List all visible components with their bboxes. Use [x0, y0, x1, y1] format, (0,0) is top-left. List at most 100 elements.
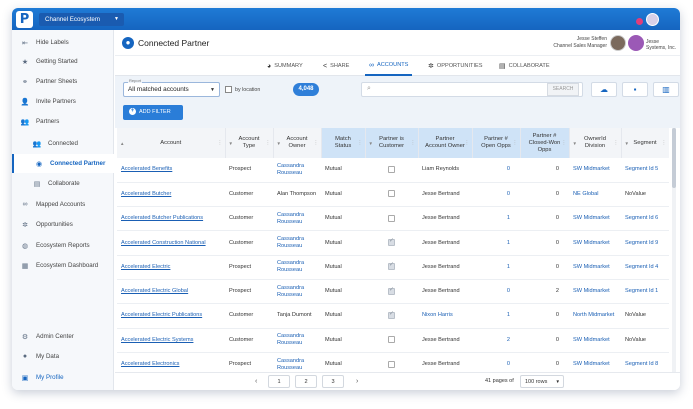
- add-filter-button[interactable]: + ADD FILTER: [123, 105, 183, 120]
- globe-icon: ◍: [21, 242, 29, 250]
- column-menu-icon[interactable]: ⋮: [662, 140, 667, 147]
- partner-is-customer-checkbox: [388, 287, 395, 295]
- scrollbar-thumb[interactable]: [672, 128, 676, 188]
- sidebar-item-collaborate[interactable]: ▤ Collaborate: [12, 174, 114, 193]
- sidebar-item-invite-partners[interactable]: 👤 Invite Partners: [12, 92, 114, 111]
- table-row[interactable]: Accelerated Electric Global Prospect Cassa…: [117, 279, 669, 305]
- tab-share[interactable]: < SHARE: [323, 56, 349, 76]
- search-input[interactable]: [378, 84, 538, 96]
- table-row[interactable]: Accelerated Construction National Custome…: [117, 230, 669, 256]
- prev-page-icon[interactable]: ‹: [255, 375, 257, 388]
- column-menu-icon[interactable]: ⋮: [465, 140, 470, 147]
- page-button[interactable]: 1: [268, 375, 290, 388]
- column-menu-icon[interactable]: ⋮: [218, 140, 223, 147]
- column-header-ownerid-division[interactable]: ▼ OwnerId Division ⋮: [569, 128, 622, 158]
- sidebar-item-hide-labels[interactable]: ⇤ Hide Labels: [12, 33, 114, 52]
- sidebar-item-ecosystem-dashboard[interactable]: ▦ Ecosystem Dashboard: [12, 256, 114, 275]
- account-link[interactable]: Accelerated Butcher Publications: [117, 206, 225, 232]
- column-menu-icon[interactable]: ⋮: [562, 140, 567, 147]
- tab-opportunities[interactable]: ✲ OPPORTUNITIES: [428, 56, 482, 76]
- sidebar-item-connected-partner[interactable]: ◉ Connected Partner: [12, 154, 114, 173]
- search-button[interactable]: SEARCH: [547, 83, 579, 96]
- sidebar-item-my-profile[interactable]: ▣ My Profile: [12, 368, 114, 387]
- table-header-row: ▲ Account ⋮ ▼ Account Type ⋮ ▼ Account Owner ⋮…: [117, 128, 669, 158]
- table-row[interactable]: Accelerated Electric Systems Customer Cass…: [117, 328, 669, 353]
- column-header-partner-closed-won-opps[interactable]: Partner # Closed-Won Opps ⋮: [520, 128, 570, 158]
- report-select[interactable]: Report All matched accounts ▼: [123, 78, 220, 97]
- column-menu-icon[interactable]: ⋮: [411, 140, 416, 147]
- by-location-checkbox[interactable]: [225, 86, 232, 93]
- chevron-down-icon: ▼: [114, 16, 119, 22]
- column-header-account-owner[interactable]: ▼ Account Owner ⋮: [273, 128, 322, 158]
- columns-button[interactable]: ▥: [653, 82, 679, 97]
- sidebar-item-ecosystem-reports[interactable]: ◍ Ecosystem Reports: [12, 236, 114, 255]
- next-page-icon[interactable]: ›: [356, 375, 358, 388]
- account-link[interactable]: Accelerated Electronics: [117, 352, 225, 372]
- table-row[interactable]: Accelerated Electric Publications Custome…: [117, 303, 669, 329]
- column-header-account[interactable]: ▲ Account ⋮: [117, 128, 226, 158]
- pagination: ‹ 1 2 3 › 41 pages of 100 rows ▼: [115, 372, 680, 390]
- table-row[interactable]: Accelerated Electronics Prospect Cassandra…: [117, 352, 669, 372]
- save-button[interactable]: ▪: [622, 82, 648, 97]
- account-link[interactable]: Accelerated Butcher: [117, 182, 225, 208]
- account-link[interactable]: Accelerated Benefits: [117, 158, 225, 183]
- sidebar: ⇤ Hide Labels ★ Getting Started ⚭ Partner S…: [12, 30, 114, 390]
- account-link[interactable]: Accelerated Electric: [117, 255, 225, 280]
- tab-collaborate[interactable]: ▤ COLLABORATE: [499, 56, 550, 76]
- sidebar-item-mapped-accounts[interactable]: ∞ Mapped Accounts: [12, 195, 114, 214]
- notification-dot-icon[interactable]: [636, 18, 643, 25]
- page-button[interactable]: 3: [322, 375, 344, 388]
- partner-is-customer-checkbox: [388, 165, 395, 173]
- column-menu-icon[interactable]: ⋮: [314, 140, 319, 147]
- sidebar-item-my-data[interactable]: ● My Data: [12, 347, 114, 366]
- partner-account-owner-cell: Jesse Bertrand: [418, 255, 472, 280]
- sidebar-item-opportunities[interactable]: ✲ Opportunities: [12, 215, 114, 234]
- page-button[interactable]: 2: [295, 375, 317, 388]
- account-type-cell: Prospect: [225, 279, 273, 305]
- column-header-match-status[interactable]: Match Status ⋮: [321, 128, 366, 158]
- column-menu-icon[interactable]: ⋮: [266, 140, 271, 147]
- sidebar-item-admin-center[interactable]: ⚙ Admin Center: [12, 327, 114, 346]
- table-row[interactable]: Accelerated Electric Prospect Cassandra Ro…: [117, 255, 669, 280]
- account-link[interactable]: Accelerated Electric Publications: [117, 303, 225, 329]
- table-row[interactable]: Accelerated Butcher Customer Alan Thompson…: [117, 182, 669, 208]
- partner-account-owner-cell: Jesse Bertrand: [418, 182, 472, 208]
- open-opps-cell: 1: [472, 230, 520, 256]
- column-header-partner-account-owner[interactable]: Partner Account Owner ⋮: [418, 128, 473, 158]
- app-logo[interactable]: P: [16, 11, 33, 28]
- upload-button[interactable]: ☁: [591, 82, 617, 97]
- table-row[interactable]: Accelerated Benefits Prospect Cassandra Ro…: [117, 158, 669, 183]
- sidebar-item-partner-sheets[interactable]: ⚭ Partner Sheets: [12, 72, 114, 91]
- column-header-partner-open-opps[interactable]: Partner # Open Opps ⋮: [472, 128, 521, 158]
- ecosystem-select[interactable]: Channel Ecosystem ▼: [39, 13, 124, 26]
- link-icon: ∞: [22, 201, 28, 208]
- by-location-toggle[interactable]: by location: [225, 86, 260, 93]
- top-avatar[interactable]: [646, 13, 659, 26]
- tab-summary[interactable]: ◕ SUMMARY: [267, 56, 303, 76]
- column-menu-icon[interactable]: ⋮: [513, 140, 518, 147]
- sidebar-item-partners[interactable]: 👥 Partners: [12, 112, 114, 131]
- account-link[interactable]: Accelerated Electric Global: [117, 279, 225, 305]
- closed-won-opps-cell: 0: [520, 230, 569, 256]
- table-row[interactable]: Accelerated Butcher Publications Customer…: [117, 206, 669, 232]
- closed-won-opps-cell: 0: [520, 255, 569, 280]
- account-link[interactable]: Accelerated Electric Systems: [117, 328, 225, 353]
- partner-is-customer-checkbox: [388, 238, 395, 247]
- column-header-partner-is-customer[interactable]: ▼ Partner is Customer ⋮: [365, 128, 419, 158]
- column-header-account-type[interactable]: ▼ Account Type ⋮: [225, 128, 274, 158]
- partner-company[interactable]: Jesse Systems, Inc.: [646, 39, 680, 51]
- column-menu-icon[interactable]: ⋮: [358, 140, 363, 147]
- sidebar-item-getting-started[interactable]: ★ Getting Started: [12, 52, 114, 71]
- partner-avatar[interactable]: [628, 35, 644, 51]
- user-avatar[interactable]: [610, 35, 626, 51]
- tab-accounts[interactable]: ∞ ACCOUNTS: [365, 56, 413, 76]
- column-header-segment[interactable]: ▼ Segment ⋮: [621, 128, 669, 158]
- column-menu-icon[interactable]: ⋮: [614, 140, 619, 147]
- rows-per-page-select[interactable]: 100 rows ▼: [520, 375, 564, 388]
- current-user[interactable]: Jesse Steffen Channel Sales Manager: [545, 36, 607, 50]
- table-scrollbar[interactable]: [672, 128, 676, 372]
- account-link[interactable]: Accelerated Construction National: [117, 230, 225, 256]
- sidebar-item-connected[interactable]: 👥 Connected: [12, 134, 114, 153]
- account-owner-cell: Cassandra Rousseau: [273, 158, 321, 183]
- segment-cell: NoValue: [621, 182, 669, 208]
